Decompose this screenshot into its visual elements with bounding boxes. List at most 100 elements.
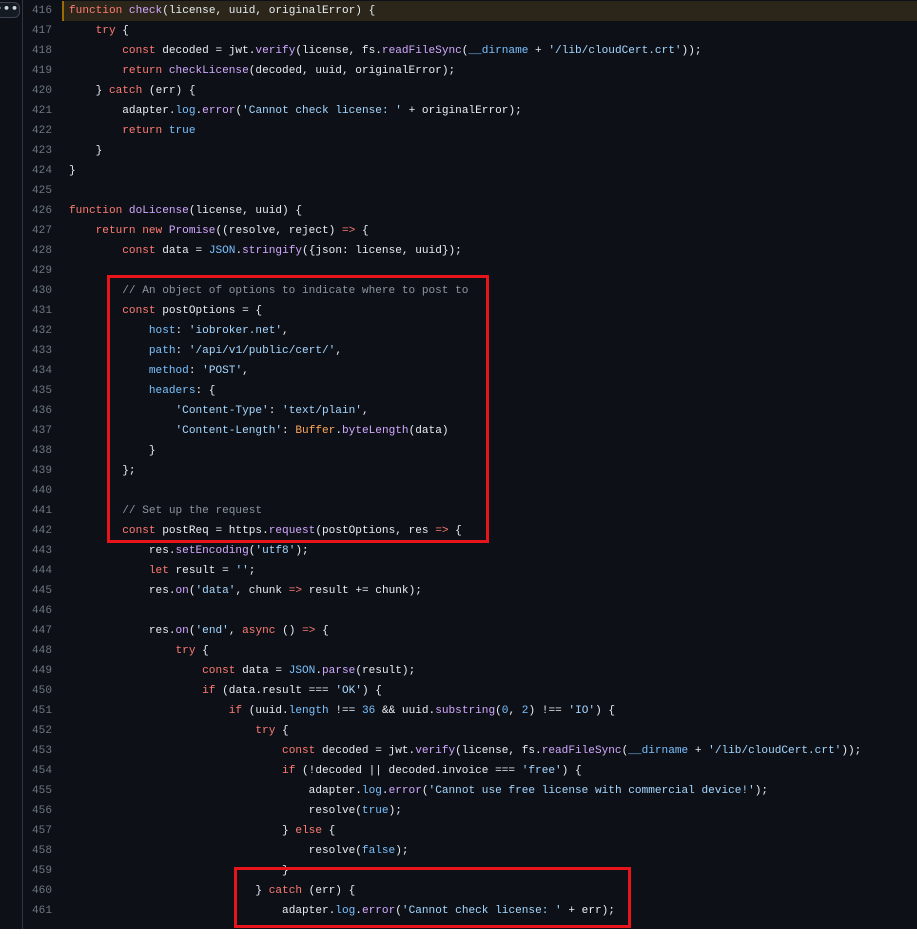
- line-number[interactable]: 426: [24, 201, 52, 221]
- code-token: (: [188, 585, 196, 597]
- line-source: return checkLicense(decoded, uuid, origi…: [122, 61, 455, 81]
- code-token: (data.result ===: [215, 685, 336, 697]
- code-token: error: [388, 785, 422, 797]
- line-number[interactable]: 442: [24, 521, 52, 541]
- code-token: true: [168, 125, 196, 137]
- code-token: const: [122, 45, 163, 57]
- line-number[interactable]: 441: [24, 501, 52, 521]
- line-source: res.on('end', async () => {: [149, 621, 329, 641]
- line-number[interactable]: 436: [24, 401, 52, 421]
- line-number[interactable]: 452: [24, 721, 52, 741]
- line-source: }: [69, 161, 76, 181]
- code-line: 427 return new Promise((resolve, reject) …: [0, 221, 917, 241]
- code-line: 444 let result = '';: [0, 561, 917, 581]
- line-source: adapter.log.error('Cannot check license:…: [122, 101, 522, 121]
- code-token: result += chunk);: [302, 585, 422, 597]
- code-token: {: [195, 645, 209, 657]
- line-number[interactable]: 455: [24, 781, 52, 801]
- line-number[interactable]: 451: [24, 701, 52, 721]
- line-number[interactable]: 428: [24, 241, 52, 261]
- code-token: .: [335, 425, 342, 437]
- code-token: path: [148, 345, 176, 357]
- code-token: 'end': [195, 625, 229, 637]
- line-number[interactable]: 453: [24, 741, 52, 761]
- line-number[interactable]: 431: [24, 301, 52, 321]
- code-token: (!decoded || decoded.invoice ===: [295, 765, 522, 777]
- code-token: if: [202, 685, 216, 697]
- line-number[interactable]: 445: [24, 581, 52, 601]
- code-line: 438}: [0, 441, 917, 461]
- line-number[interactable]: 430: [24, 281, 52, 301]
- line-number[interactable]: 424: [24, 161, 52, 181]
- line-number[interactable]: 454: [24, 761, 52, 781]
- code-token: ,: [228, 625, 243, 637]
- more-options-button[interactable]: •••: [0, 2, 20, 18]
- code-line: 434 method: 'POST',: [0, 361, 917, 381]
- line-number[interactable]: 457: [24, 821, 52, 841]
- line-number[interactable]: 427: [24, 221, 52, 241]
- line-number[interactable]: 459: [24, 861, 52, 881]
- code-token: {: [275, 725, 289, 737]
- line-number[interactable]: 437: [24, 421, 52, 441]
- line-source: }: [96, 141, 103, 161]
- line-number[interactable]: 456: [24, 801, 52, 821]
- line-number[interactable]: 443: [24, 541, 52, 561]
- code-line: 425: [0, 181, 917, 201]
- code-token: (): [275, 625, 303, 637]
- code-token: const: [202, 665, 243, 677]
- line-number[interactable]: 438: [24, 441, 52, 461]
- line-number[interactable]: 418: [24, 41, 52, 61]
- code-token: (postOptions, res: [315, 525, 436, 537]
- code-token: length: [288, 705, 329, 717]
- line-source: host: 'iobroker.net',: [149, 321, 289, 341]
- line-number[interactable]: 425: [24, 181, 52, 201]
- line-number[interactable]: 450: [24, 681, 52, 701]
- line-number[interactable]: 448: [24, 641, 52, 661]
- line-number[interactable]: 449: [24, 661, 52, 681]
- line-number[interactable]: 422: [24, 121, 52, 141]
- line-number[interactable]: 432: [24, 321, 52, 341]
- code-token: res.: [148, 625, 176, 637]
- line-number[interactable]: 419: [24, 61, 52, 81]
- line-number[interactable]: 446: [24, 601, 52, 621]
- line-number[interactable]: 461: [24, 901, 52, 921]
- code-token: , chunk: [235, 585, 289, 597]
- code-token: }: [282, 825, 296, 837]
- line-number[interactable]: 439: [24, 461, 52, 481]
- line-number[interactable]: 447: [24, 621, 52, 641]
- line-number[interactable]: 433: [24, 341, 52, 361]
- code-line: 442 const postReq = https.request(postOpt…: [0, 521, 917, 541]
- code-token: );: [395, 845, 409, 857]
- code-lines: 416 function check(license, uuid, origina…: [0, 1, 917, 921]
- line-source: const postOptions = {: [122, 301, 262, 321]
- code-token: 'data': [195, 585, 236, 597]
- line-number[interactable]: 444: [24, 561, 52, 581]
- line-number[interactable]: 435: [24, 381, 52, 401]
- code-token: 'free': [521, 765, 562, 777]
- line-number[interactable]: 416: [24, 1, 52, 21]
- code-token: (decoded, uuid, originalError);: [248, 65, 456, 77]
- code-token: ,: [282, 325, 289, 337]
- line-number[interactable]: 421: [24, 101, 52, 121]
- line-number[interactable]: 429: [24, 261, 52, 281]
- code-token: ));: [681, 45, 702, 57]
- line-source: // An object of options to indicate wher…: [122, 281, 468, 301]
- code-token: :: [268, 405, 283, 417]
- line-number[interactable]: 440: [24, 481, 52, 501]
- code-token: !==: [328, 705, 362, 717]
- line-source: return true: [122, 121, 195, 141]
- line-number[interactable]: 460: [24, 881, 52, 901]
- line-number[interactable]: 434: [24, 361, 52, 381]
- code-token: :: [175, 325, 189, 337]
- line-number[interactable]: 423: [24, 141, 52, 161]
- code-token: (: [495, 705, 502, 717]
- line-number[interactable]: 458: [24, 841, 52, 861]
- code-line: 441 // Set up the request: [0, 501, 917, 521]
- line-number[interactable]: 420: [24, 81, 52, 101]
- code-token: parse: [322, 665, 356, 677]
- code-token: (: [395, 905, 402, 917]
- code-line: 430 // An object of options to indicate w…: [0, 281, 917, 301]
- code-token: ({json: license, uuid});: [302, 245, 462, 257]
- line-number[interactable]: 417: [24, 21, 52, 41]
- code-token: '': [235, 565, 249, 577]
